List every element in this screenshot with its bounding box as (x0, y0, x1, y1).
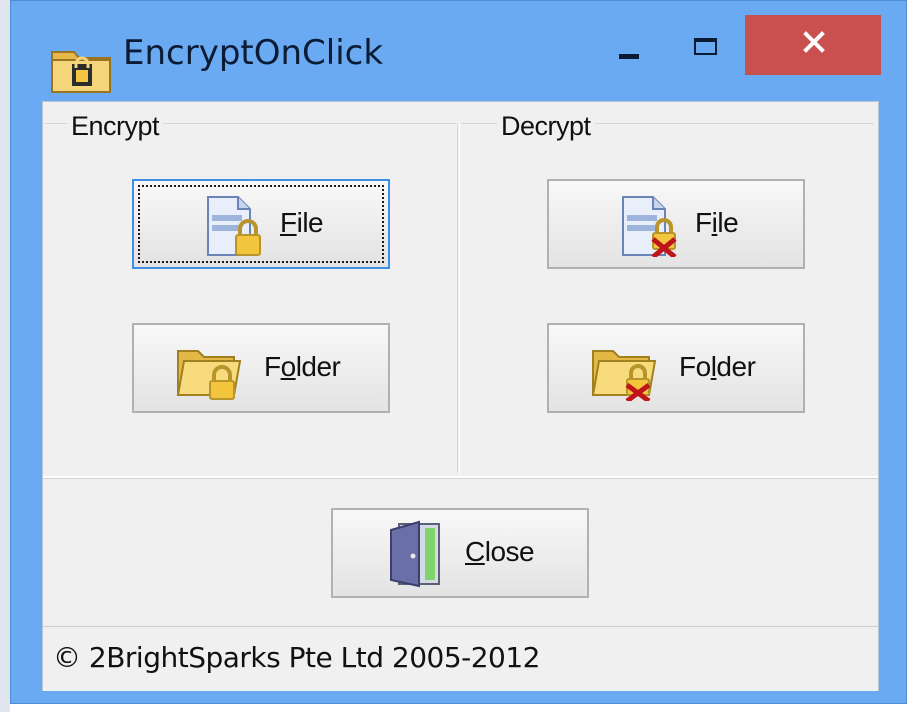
decrypt-group: Decrypt File Folder (461, 111, 874, 473)
minimize-icon (619, 54, 639, 59)
encrypt-file-button[interactable]: File (132, 179, 390, 269)
decrypt-file-button[interactable]: File (547, 179, 805, 269)
encrypt-group: Encrypt File Folder (45, 111, 456, 473)
close-window-button[interactable] (745, 15, 881, 75)
close-icon (803, 31, 825, 53)
maximize-icon (694, 38, 717, 55)
lock-folder-icon (51, 51, 111, 93)
decrypt-file-label: File (695, 207, 739, 238)
folder-lock-icon (176, 350, 242, 400)
encrypt-folder-button[interactable]: Folder (132, 323, 390, 413)
minimize-button[interactable] (599, 17, 659, 75)
close-button[interactable]: Close (331, 508, 589, 598)
window-title: EncryptOnClick (123, 33, 384, 73)
close-button-label: Close (465, 536, 535, 567)
door-exit-icon (390, 520, 440, 588)
group-divider (457, 123, 460, 473)
folder-unlock-icon (591, 350, 657, 401)
copyright-text: © 2BrightSparks Pte Ltd 2005-2012 (53, 641, 541, 674)
encrypt-file-label: File (280, 207, 324, 238)
file-unlock-icon (622, 196, 677, 257)
client-area: Encrypt File Folder Decrypt File Folder … (42, 101, 879, 691)
close-area: Close (43, 476, 878, 624)
encrypt-group-label: Encrypt (67, 111, 164, 142)
decrypt-group-label: Decrypt (497, 111, 595, 142)
title-bar[interactable]: EncryptOnClick (11, 1, 906, 101)
status-bar: © 2BrightSparks Pte Ltd 2005-2012 (43, 626, 878, 691)
decrypt-folder-label: Folder (679, 351, 756, 382)
encrypt-folder-label: Folder (264, 351, 341, 382)
decrypt-folder-button[interactable]: Folder (547, 323, 805, 413)
app-window: EncryptOnClick Encrypt File Folder Decry… (10, 0, 907, 704)
desktop-edge (0, 0, 10, 712)
file-lock-icon (207, 196, 261, 256)
maximize-button[interactable] (676, 17, 736, 75)
